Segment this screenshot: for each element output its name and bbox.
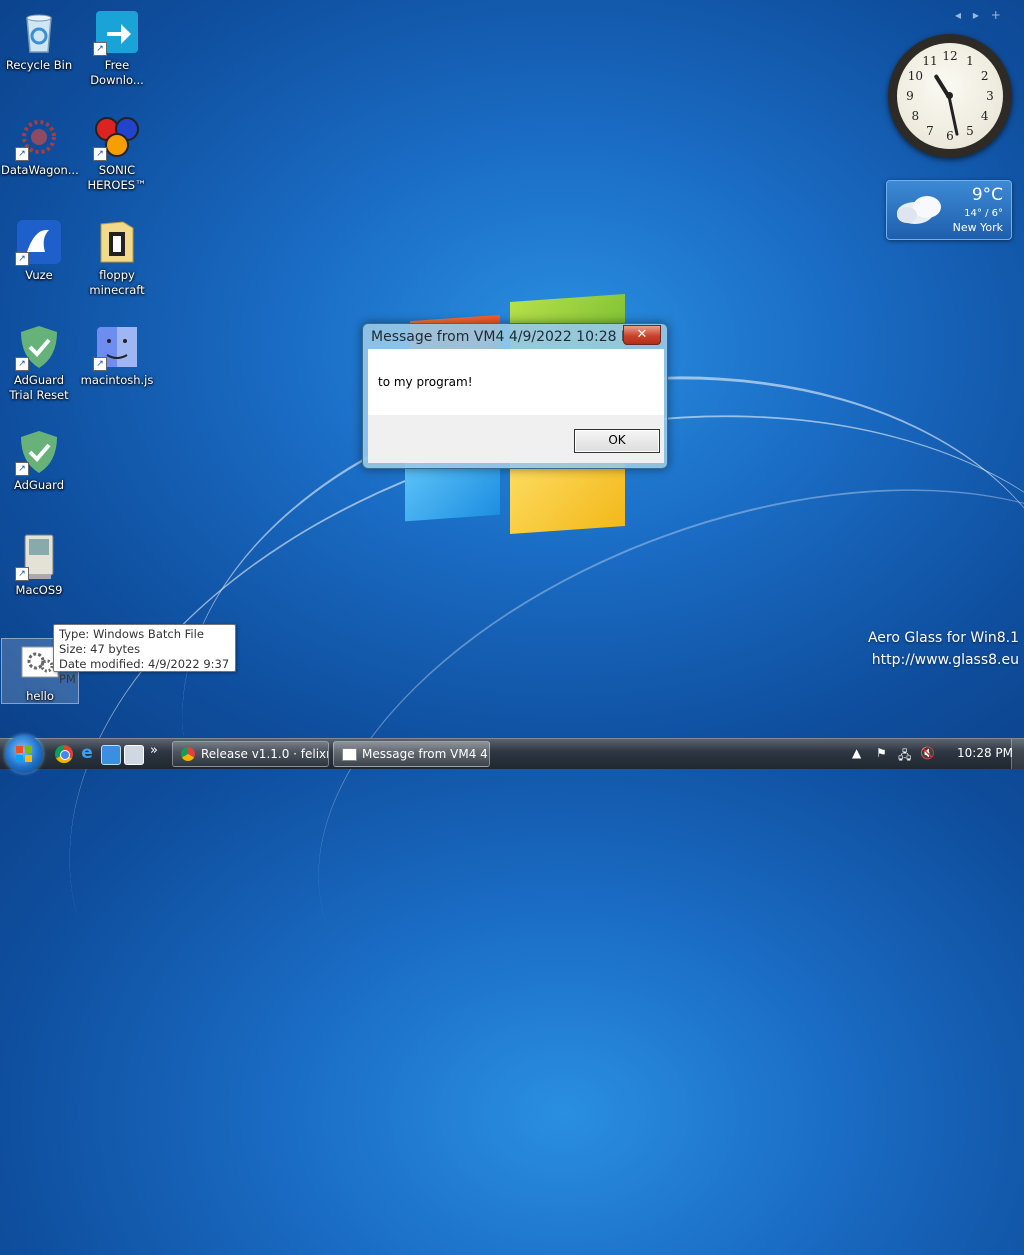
clock-numeral: 10 <box>907 69 923 83</box>
shortcut-arrow-icon: ↗ <box>93 42 107 56</box>
gadget-bar: ◂ ▸ + <box>955 8 1001 22</box>
tooltip-modified: Date modified: 4/9/2022 9:37 PM <box>59 657 230 686</box>
clock-numeral: 4 <box>980 109 989 123</box>
watermark-line1: Aero Glass for Win8.1 <box>867 630 1019 646</box>
file-tooltip: Type: Windows Batch File Size: 47 bytes … <box>53 624 236 686</box>
clock-numeral: 1 <box>966 54 974 69</box>
shortcut-arrow-icon: ↗ <box>93 357 107 371</box>
desktop-icon-label: AdGuard <box>13 478 65 492</box>
desktop-icon-sonic-heroes[interactable]: ↗ SONIC HEROES™ <box>79 113 155 193</box>
tooltip-type: Type: Windows Batch File <box>59 627 204 641</box>
taskbar-overflow-button[interactable]: » <box>150 743 158 758</box>
taskbar-button-label: Release v1.1.0 · felixri... <box>201 747 328 761</box>
adguard-shield-icon: ↗ <box>15 323 63 371</box>
clock-numeral: 11 <box>922 54 938 69</box>
desktop-icon-adguard[interactable]: ↗ AdGuard <box>1 428 77 493</box>
desktop-icon-macos9[interactable]: ↗ MacOS9 <box>1 533 77 598</box>
desktop-icon-adguard-trial-reset[interactable]: ↗ AdGuard Trial Reset <box>1 323 77 403</box>
desktop-icon-label: Vuze <box>25 268 53 282</box>
shortcut-arrow-icon: ↗ <box>15 147 29 161</box>
clock-numeral: 7 <box>926 123 934 138</box>
taskbar: e » Release v1.1.0 · felixri... Message … <box>0 735 1024 773</box>
dialog-body: to my program! <box>368 349 664 415</box>
volume-muted-icon[interactable]: 🔇 <box>920 746 935 760</box>
chrome-icon[interactable] <box>55 745 73 763</box>
sonic-heroes-icon: ↗ <box>93 113 141 161</box>
clock-numeral: 3 <box>986 89 994 103</box>
clock-gadget[interactable]: 12 1 2 3 4 5 6 7 8 9 10 11 <box>888 34 1012 158</box>
desktop-icon-floppy-minecraft[interactable]: floppy minecraft <box>79 218 155 298</box>
action-center-flag-icon[interactable]: ⚑ <box>876 746 887 760</box>
classic-mac-icon: ↗ <box>15 533 63 581</box>
network-screen-icon[interactable] <box>124 745 144 765</box>
desktop-icon-label: AdGuard Trial Reset <box>9 373 69 402</box>
show-hidden-icons-button[interactable]: ▲ <box>852 746 861 760</box>
vuze-frog-icon: ↗ <box>15 218 63 266</box>
mac-finder-icon: ↗ <box>93 323 141 371</box>
clock-numeral: 8 <box>911 109 920 123</box>
shortcut-arrow-icon: ↗ <box>15 252 29 266</box>
tooltip-size: Size: 47 bytes <box>59 642 141 656</box>
start-button[interactable] <box>5 735 43 773</box>
cloud-icon <box>893 191 949 230</box>
desktop-icon-vuze[interactable]: ↗ Vuze <box>1 218 77 283</box>
folder-icon <box>93 218 141 266</box>
desktop-icon-datawagon[interactable]: ↗ DataWagon... <box>1 113 79 178</box>
weather-city: New York <box>952 221 1003 234</box>
weather-temperature: 9°C <box>971 185 1003 205</box>
download-arrow-icon: ↗ <box>93 8 141 56</box>
datawagon-icon: ↗ <box>15 113 63 161</box>
desktop-icon-free-download[interactable]: ↗ Free Downlo... <box>79 8 155 88</box>
taskbar-clock[interactable]: 10:28 PM <box>957 746 1013 760</box>
clock-numeral: 5 <box>966 123 974 138</box>
gadget-add-button[interactable]: + <box>991 8 1001 22</box>
recycle-bin-icon <box>15 8 63 56</box>
window-icon <box>342 748 357 761</box>
show-desktop-button[interactable] <box>1011 739 1024 769</box>
message-dialog[interactable]: Message from VM4 4/9/2022 10:28 PM ✕ to … <box>362 323 668 469</box>
taskbar-button-label: Message from VM4 4... <box>362 747 490 761</box>
watermark-line2: http://www.glass8.eu <box>871 652 1019 668</box>
shortcut-arrow-icon: ↗ <box>15 357 29 371</box>
desktop-icon-label: hello <box>26 689 54 703</box>
internet-explorer-icon[interactable]: e <box>78 745 96 763</box>
desktop-icon-label: MacOS9 <box>15 583 63 597</box>
shortcut-arrow-icon: ↗ <box>15 567 29 581</box>
adguard-shield-icon: ↗ <box>15 428 63 476</box>
gadget-prev-button[interactable]: ◂ <box>955 8 961 22</box>
ok-button[interactable]: OK <box>574 429 660 453</box>
clock-numeral: 9 <box>906 89 914 103</box>
network-icon[interactable]: 🖧 <box>898 746 911 767</box>
desktop-icon-label: floppy minecraft <box>89 268 145 297</box>
clock-numeral: 12 <box>942 49 958 63</box>
weather-range: 14° / 6° <box>964 208 1003 219</box>
dialog-close-button[interactable]: ✕ <box>623 325 661 345</box>
dialog-footer: OK <box>368 415 664 463</box>
desktop-icon-label: Recycle Bin <box>5 58 73 72</box>
desktop-icon-label: SONIC HEROES™ <box>87 163 147 192</box>
dialog-message: to my program! <box>378 375 473 389</box>
shortcut-arrow-icon: ↗ <box>15 462 29 476</box>
desktop-icon-macintosh-js[interactable]: ↗ macintosh.js <box>79 323 155 388</box>
clock-numeral: 2 <box>980 69 989 83</box>
gadget-next-button[interactable]: ▸ <box>973 8 979 22</box>
desktop-icon[interactable] <box>101 745 121 765</box>
desktop-icon-label: DataWagon... <box>1 163 79 177</box>
weather-gadget[interactable]: 9°C 14° / 6° New York <box>886 180 1012 240</box>
clock-center <box>946 92 953 99</box>
windows-flag-icon <box>16 746 32 762</box>
taskbar-button-message[interactable]: Message from VM4 4... <box>333 741 490 767</box>
chrome-icon <box>181 747 195 761</box>
dialog-title: Message from VM4 4/9/2022 10:28 PM <box>371 329 642 345</box>
shortcut-arrow-icon: ↗ <box>93 147 107 161</box>
desktop-icon-label: Free Downlo... <box>90 58 144 87</box>
desktop-icon-label: macintosh.js <box>80 373 154 387</box>
taskbar-button-chrome-release[interactable]: Release v1.1.0 · felixri... <box>172 741 329 767</box>
desktop-icon-recycle-bin[interactable]: Recycle Bin <box>1 8 77 73</box>
